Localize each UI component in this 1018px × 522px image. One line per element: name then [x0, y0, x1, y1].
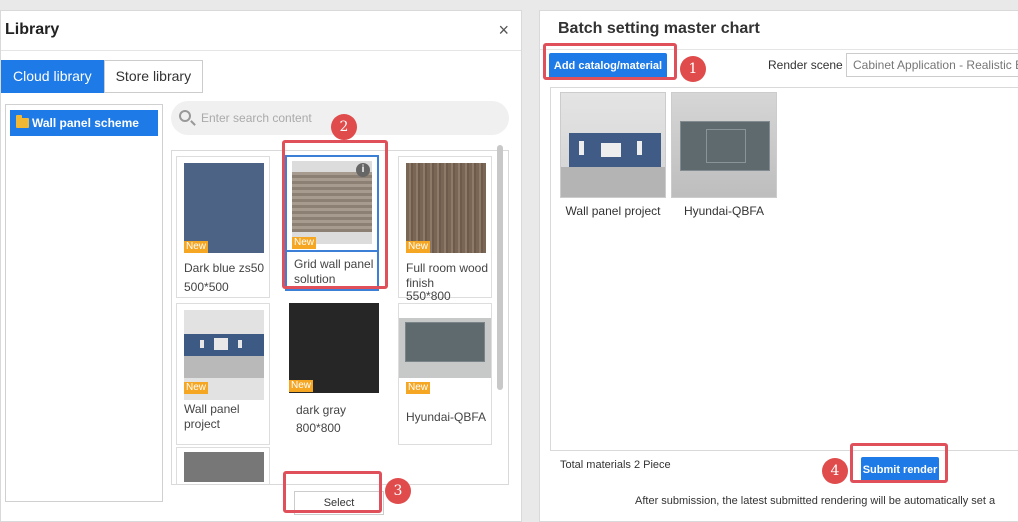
info-icon[interactable]: i [356, 163, 370, 177]
selected-material[interactable]: Wall panel project [560, 92, 666, 218]
material-name: Hyundai-QBFA [406, 410, 487, 424]
material-card[interactable]: New Dark blue zs50 500*500 [176, 156, 270, 298]
step-badge-1: 1 [680, 56, 706, 82]
new-badge: New [184, 382, 209, 394]
close-icon[interactable]: × [498, 20, 509, 41]
material-name: dark gray [296, 403, 347, 417]
library-panel: Library × Cloud library Store library Wa… [0, 10, 522, 522]
wall-panel-graphic [405, 322, 485, 362]
material-thumbnail [406, 163, 486, 253]
selected-material[interactable]: Hyundai-QBFA [671, 92, 777, 218]
folder-icon [16, 115, 29, 128]
step-badge-4: 4 [822, 458, 848, 484]
material-thumbnail [184, 163, 264, 253]
new-badge: New [184, 241, 209, 253]
search-icon[interactable] [179, 110, 191, 122]
selection-divider [287, 250, 377, 252]
material-name: Full room wood finish [406, 261, 489, 290]
material-thumbnail [184, 452, 264, 482]
material-thumbnail [292, 172, 372, 232]
panel-window [200, 340, 204, 348]
panel-window [238, 340, 242, 348]
material-card[interactable]: New Full room wood finish 550*800 [398, 156, 492, 303]
material-name: Grid wall panel solution [294, 257, 374, 286]
panel-window [579, 141, 584, 155]
material-list: Wall panel project Hyundai-QBFA [550, 87, 1018, 451]
material-name: Dark blue zs50 [184, 261, 265, 275]
step-badge-2: 2 [331, 114, 357, 140]
tree-item-label: Wall panel scheme [32, 116, 139, 130]
panel-window [637, 141, 642, 155]
floor-graphic [561, 167, 665, 197]
batch-panel: Batch setting master chart Add catalog/m… [539, 10, 1018, 522]
material-card[interactable]: New dark gray 800*800 [285, 303, 379, 445]
material-name: Wall panel project [565, 204, 661, 218]
panel-molding [706, 129, 746, 163]
floor-graphic [184, 356, 264, 378]
render-scene-select[interactable]: Cabinet Application - Realistic Ba [846, 53, 1018, 77]
material-card[interactable]: New Wall panel project [176, 303, 270, 445]
tab-store-library[interactable]: Store library [103, 60, 204, 93]
scrollbar[interactable] [497, 145, 503, 390]
submit-render-button[interactable]: Submit render [861, 457, 939, 483]
material-size: 550*800 [406, 289, 451, 303]
material-grid: New Dark blue zs50 500*500 i New Grid wa… [171, 150, 509, 485]
library-title: Library [5, 21, 60, 38]
divider [540, 49, 1018, 50]
submission-note: After submission, the latest submitted r… [635, 495, 996, 507]
batch-title: Batch setting master chart [558, 20, 760, 37]
material-size: 500*500 [184, 280, 229, 294]
material-card[interactable]: New Hyundai-QBFA [398, 303, 492, 445]
tab-cloud-library[interactable]: Cloud library [1, 60, 104, 93]
step-badge-3: 3 [385, 478, 411, 504]
material-card[interactable] [176, 447, 270, 484]
material-card-selected[interactable]: i New Grid wall panel solution [285, 155, 379, 291]
total-materials: Total materials 2 Piece [560, 459, 671, 471]
new-badge: New [292, 237, 317, 249]
new-badge: New [406, 241, 431, 253]
material-size: 800*800 [296, 421, 341, 435]
material-name: Wall panel project [184, 402, 240, 431]
library-tabs: Cloud library Store library [1, 60, 204, 93]
new-badge: New [289, 380, 314, 392]
render-scene-label: Render scene [768, 58, 843, 72]
material-name: Hyundai-QBFA [683, 204, 765, 218]
add-catalog-material-button[interactable]: Add catalog/material [549, 53, 667, 79]
tree-item-wall-panel-scheme[interactable]: Wall panel scheme [10, 110, 158, 136]
library-header: Library × [1, 11, 521, 51]
panel-window [214, 338, 228, 350]
category-tree: Wall panel scheme [5, 104, 163, 502]
new-badge: New [406, 382, 431, 394]
material-thumbnail [560, 92, 666, 198]
material-thumbnail [399, 318, 491, 378]
panel-window [601, 143, 621, 157]
select-button[interactable]: Select [294, 491, 384, 515]
material-thumbnail [671, 92, 777, 198]
